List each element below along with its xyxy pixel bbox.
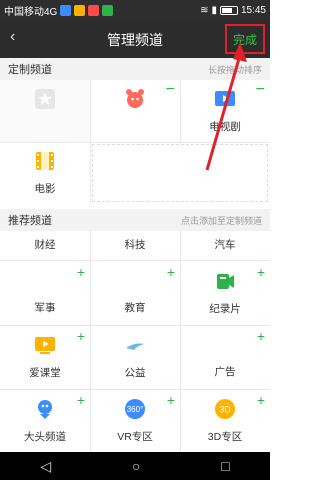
channel-tile[interactable]: 科技 <box>90 231 180 259</box>
channel-tile[interactable]: + 360° VR专区 <box>90 390 180 452</box>
channel-tile[interactable]: + 广告 <box>180 326 270 388</box>
channel-label: 广告 <box>214 366 236 378</box>
status-bar: 中国移动4G ≋ ▮ 15:45 <box>0 0 270 20</box>
channel-tile[interactable]: 汽车 <box>180 231 270 259</box>
divider <box>180 80 181 142</box>
clock: 15:45 <box>240 4 266 16</box>
divider <box>180 231 181 452</box>
system-nav-bar: ◁ ○ □ <box>0 452 270 480</box>
channel-tile[interactable]: + 纪录片 <box>180 262 270 324</box>
divider <box>0 142 270 143</box>
channel-tile[interactable]: 公益 <box>90 326 180 388</box>
app-notification-icon <box>88 4 100 16</box>
big-head-icon <box>38 400 52 419</box>
film-icon <box>36 152 54 170</box>
channel-tile[interactable]: + 爱课堂 <box>0 326 90 388</box>
channel-label: 财经 <box>34 239 56 251</box>
signal-icon: ▮ <box>211 4 217 16</box>
channel-tile[interactable] <box>0 80 90 142</box>
channel-label: 科技 <box>124 239 146 251</box>
home-circle-icon[interactable]: ○ <box>132 458 140 474</box>
star-icon <box>35 89 55 109</box>
divider <box>0 325 270 326</box>
channel-label: 军事 <box>34 302 56 314</box>
channel-tile[interactable]: 电影 <box>0 142 90 204</box>
remove-icon[interactable]: − <box>256 82 265 98</box>
channel-tile[interactable]: − 电视剧 <box>180 80 270 142</box>
alarm-clock-icon <box>126 89 144 108</box>
title-bar: ‹ 管理频道 完成 <box>0 20 270 58</box>
channel-tile[interactable]: 财经 <box>0 231 90 259</box>
tv-icon <box>215 91 235 106</box>
channel-tile[interactable]: + 教育 <box>90 262 180 324</box>
channel-label: 纪录片 <box>209 303 241 315</box>
add-icon[interactable]: + <box>257 393 265 407</box>
3d-icon: 3D <box>215 399 235 419</box>
channel-label: 电视剧 <box>209 121 241 133</box>
add-icon[interactable]: + <box>77 265 85 279</box>
add-icon[interactable]: + <box>77 393 85 407</box>
recommended-label: 推荐频道 <box>8 215 52 227</box>
carrier-label: 中国移动4G <box>4 6 58 18</box>
recents-square-icon[interactable]: □ <box>221 458 229 474</box>
add-icon[interactable]: + <box>257 329 265 343</box>
channel-tile[interactable]: + 大头频道 <box>0 390 90 452</box>
vr-360-icon: 360° <box>125 399 145 419</box>
channel-label: 公益 <box>124 367 146 379</box>
charity-bird-icon <box>126 343 144 350</box>
sort-hint: 长按拖动排序 <box>207 64 262 75</box>
divider <box>90 231 91 452</box>
recommended-header: 推荐频道 点击添加至定制频道 <box>0 209 270 231</box>
channel-label: 电影 <box>34 183 56 195</box>
app-notification-icon <box>60 4 72 16</box>
svg-text:3D: 3D <box>219 405 231 415</box>
battery-icon <box>219 5 238 15</box>
divider <box>0 260 270 261</box>
channel-label: 汽车 <box>214 239 236 251</box>
channel-label: VR专区 <box>117 431 153 443</box>
add-icon[interactable]: + <box>167 393 175 407</box>
channel-label: 3D专区 <box>207 431 243 443</box>
channel-label: 大头频道 <box>24 431 66 443</box>
add-icon[interactable]: + <box>167 265 175 279</box>
remove-icon[interactable]: − <box>166 82 175 98</box>
wifi-icon: ≋ <box>200 4 209 16</box>
my-channels-header: 定制频道 长按拖动排序 <box>0 58 270 80</box>
svg-text:360°: 360° <box>127 405 144 414</box>
channel-tile[interactable]: + 军事 <box>0 262 90 324</box>
empty-slot <box>92 144 268 202</box>
documentary-camera-icon <box>217 274 234 289</box>
channel-tile[interactable]: + 3D 3D专区 <box>180 390 270 452</box>
done-button[interactable]: 完成 <box>225 24 265 54</box>
app-notification-icon <box>74 4 86 16</box>
add-icon[interactable]: + <box>77 329 85 343</box>
back-triangle-icon[interactable]: ◁ <box>40 458 51 475</box>
divider <box>0 389 270 390</box>
add-hint: 点击添加至定制频道 <box>180 215 262 226</box>
add-icon[interactable]: + <box>257 265 265 279</box>
app-notification-icon <box>102 4 114 16</box>
channel-label: 爱课堂 <box>29 367 61 379</box>
my-channels-label: 定制频道 <box>8 64 52 76</box>
channel-tile[interactable]: − <box>90 80 180 142</box>
channel-label: 教育 <box>124 302 146 314</box>
classroom-icon <box>35 337 55 354</box>
